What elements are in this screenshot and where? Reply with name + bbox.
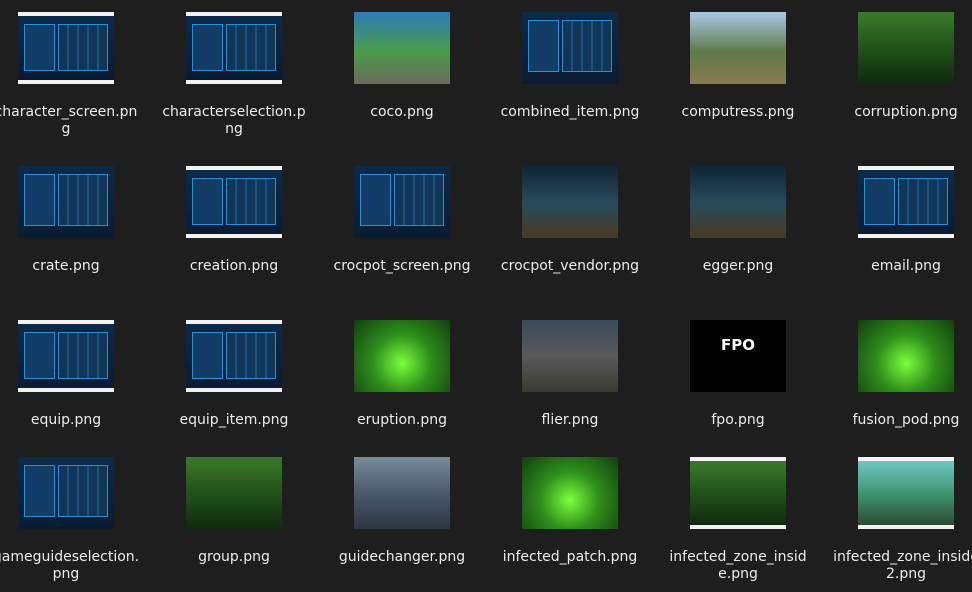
file-name-label: creation.png	[189, 258, 279, 274]
file-item[interactable]: corruption.png	[822, 0, 972, 154]
file-thumbnail[interactable]	[858, 320, 954, 392]
file-name-label: equip.png	[30, 412, 102, 428]
file-grid: character_screen.png characterselection.p…	[0, 0, 972, 592]
file-item[interactable]: combined_item.png	[486, 0, 654, 154]
file-name-label: characterselection.png	[162, 104, 306, 137]
file-thumbnail[interactable]	[18, 12, 114, 84]
file-item[interactable]: equip.png	[0, 308, 150, 445]
file-thumbnail[interactable]	[522, 457, 618, 529]
file-item[interactable]: equip_item.png	[150, 308, 318, 445]
file-thumbnail[interactable]	[354, 12, 450, 84]
file-thumbnail[interactable]	[858, 12, 954, 84]
file-name-label: crocpot_screen.png	[333, 258, 471, 274]
file-thumbnail[interactable]	[690, 166, 786, 238]
file-item[interactable]: FPO fpo.png	[654, 308, 822, 445]
file-item[interactable]: flier.png	[486, 308, 654, 445]
file-thumbnail[interactable]	[186, 320, 282, 392]
file-thumbnail[interactable]	[354, 457, 450, 529]
file-item[interactable]: characterselection.png	[150, 0, 318, 154]
file-name-label: fpo.png	[711, 412, 765, 428]
file-thumbnail[interactable]: FPO	[690, 320, 786, 392]
file-name-label: infected_zone_inside.png	[669, 549, 807, 582]
file-name-label: egger.png	[702, 258, 774, 274]
file-item[interactable]: infected_patch.png	[486, 445, 654, 592]
file-thumbnail[interactable]	[858, 457, 954, 529]
file-item[interactable]: guidechanger.png	[318, 445, 486, 592]
file-item[interactable]: gameguideselection.png	[0, 445, 150, 592]
file-name-label: equip_item.png	[179, 412, 289, 428]
file-name-label: crocpot_vendor.png	[500, 258, 640, 274]
file-thumbnail[interactable]	[186, 12, 282, 84]
file-thumbnail[interactable]	[354, 320, 450, 392]
file-item[interactable]: computress.png	[654, 0, 822, 154]
file-item[interactable]: crate.png	[0, 154, 150, 308]
file-thumbnail[interactable]	[522, 12, 618, 84]
file-name-label: combined_item.png	[500, 104, 640, 120]
file-name-label: fusion_pod.png	[852, 412, 960, 428]
file-thumbnail[interactable]	[354, 166, 450, 238]
file-thumbnail[interactable]	[18, 320, 114, 392]
file-name-label: infected_zone_inside2.png	[833, 549, 972, 582]
file-thumbnail[interactable]	[522, 166, 618, 238]
file-thumbnail[interactable]	[18, 457, 114, 529]
file-item[interactable]: character_screen.png	[0, 0, 150, 154]
file-name-label: character_screen.png	[0, 104, 138, 137]
file-item[interactable]: infected_zone_inside.png	[654, 445, 822, 592]
file-item[interactable]: coco.png	[318, 0, 486, 154]
file-name-label: guidechanger.png	[338, 549, 466, 565]
file-name-label: group.png	[198, 549, 270, 565]
file-thumbnail[interactable]	[522, 320, 618, 392]
file-thumbnail[interactable]	[186, 166, 282, 238]
file-item[interactable]: crocpot_screen.png	[318, 154, 486, 308]
file-name-label: corruption.png	[854, 104, 958, 120]
file-thumbnail[interactable]	[186, 457, 282, 529]
file-name-label: eruption.png	[356, 412, 448, 428]
file-name-label: computress.png	[681, 104, 795, 120]
file-thumbnail[interactable]	[858, 166, 954, 238]
file-thumbnail[interactable]	[690, 12, 786, 84]
file-item[interactable]: email.png	[822, 154, 972, 308]
file-item[interactable]: group.png	[150, 445, 318, 592]
file-item[interactable]: fusion_pod.png	[822, 308, 972, 445]
file-name-label: gameguideselection.png	[0, 549, 140, 582]
file-name-label: crate.png	[32, 258, 100, 274]
file-name-label: coco.png	[370, 104, 434, 120]
file-item[interactable]: infected_zone_inside2.png	[822, 445, 972, 592]
thumbnail-text: FPO	[721, 336, 755, 354]
file-item[interactable]: eruption.png	[318, 308, 486, 445]
file-thumbnail[interactable]	[18, 166, 114, 238]
file-name-label: email.png	[871, 258, 941, 274]
file-item[interactable]: crocpot_vendor.png	[486, 154, 654, 308]
file-name-label: infected_patch.png	[502, 549, 638, 565]
file-name-label: flier.png	[541, 412, 599, 428]
file-item[interactable]: creation.png	[150, 154, 318, 308]
file-thumbnail[interactable]	[690, 457, 786, 529]
file-item[interactable]: egger.png	[654, 154, 822, 308]
